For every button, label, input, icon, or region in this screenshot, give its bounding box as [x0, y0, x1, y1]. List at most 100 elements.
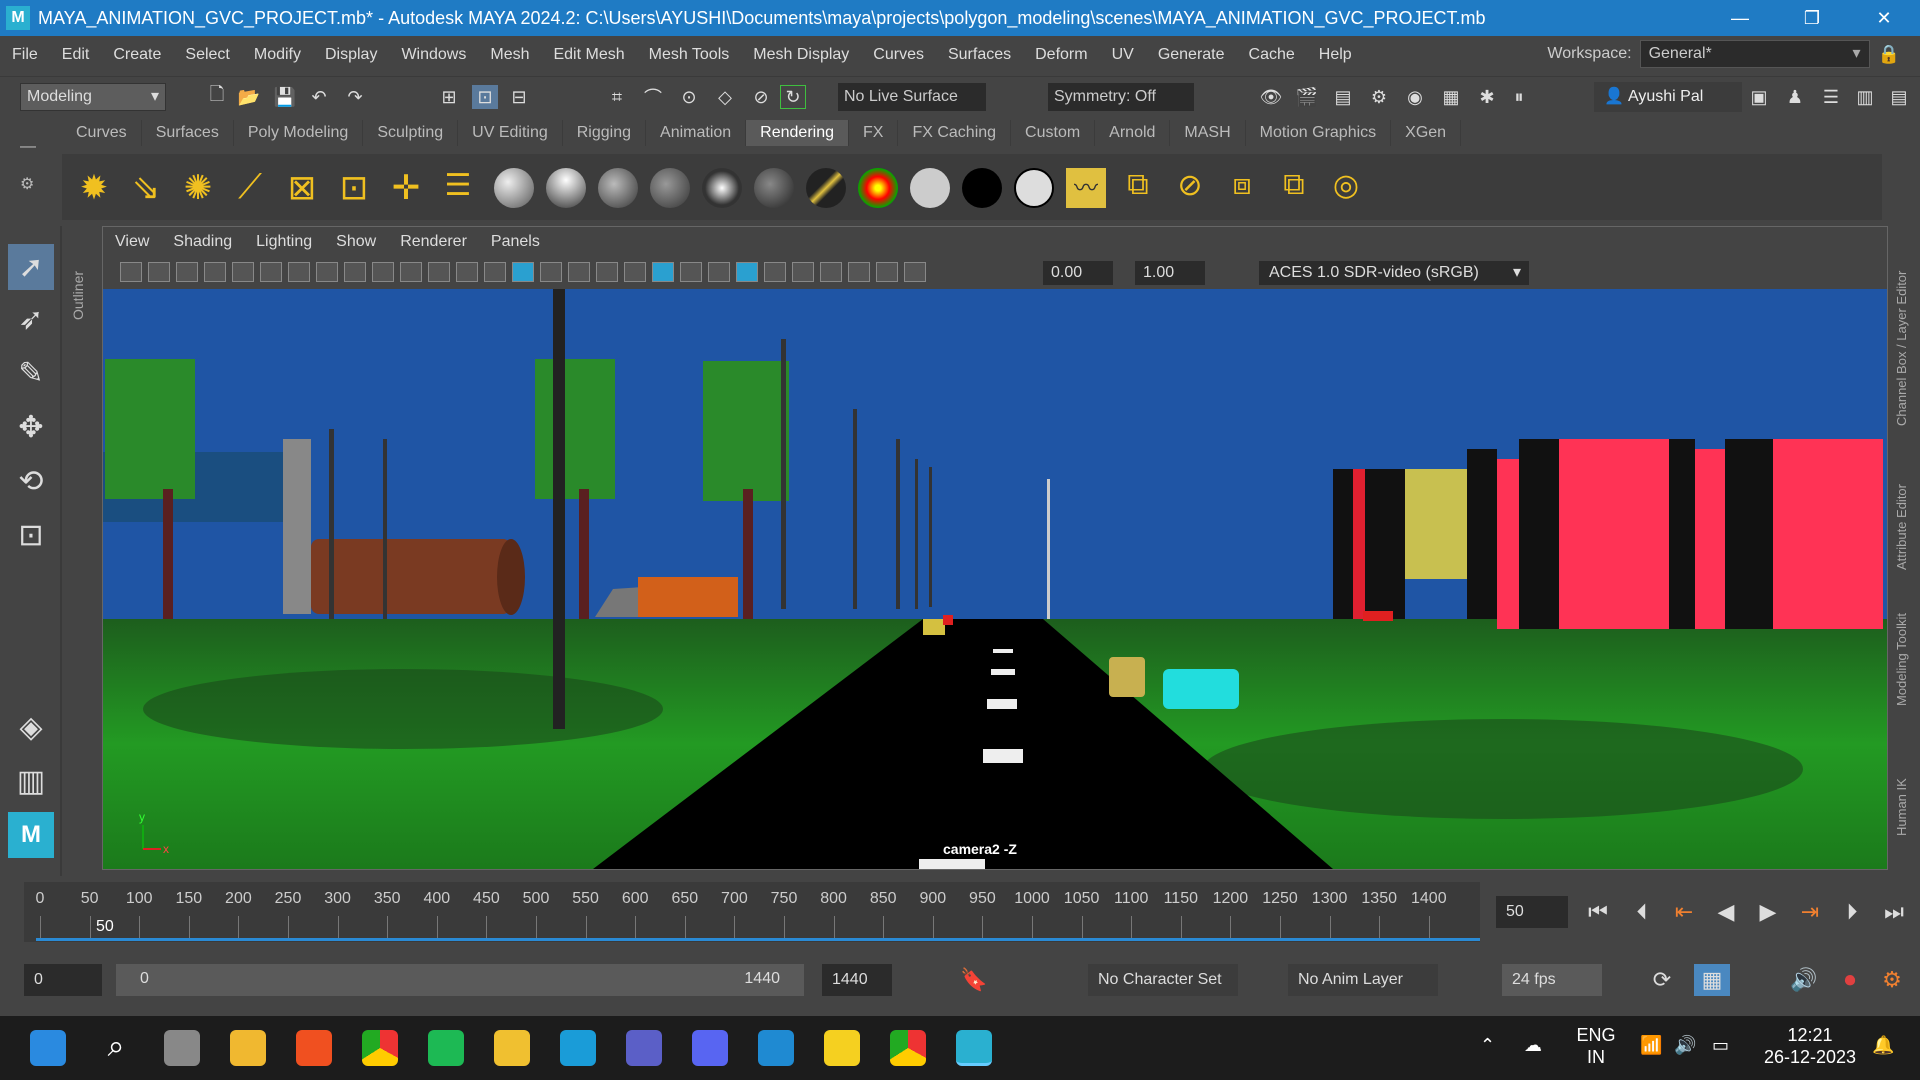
- hypershade-graph-icon[interactable]: 〰: [1066, 168, 1106, 208]
- film-gate-icon[interactable]: [316, 262, 338, 282]
- character-set-select[interactable]: No Character Set: [1088, 964, 1238, 996]
- notification-bell-icon[interactable]: 🔔: [1872, 1034, 1894, 1056]
- discord-icon[interactable]: [692, 1030, 728, 1066]
- render-layer-icon[interactable]: ☰: [438, 168, 478, 208]
- go-to-end-icon[interactable]: ⏭: [1876, 896, 1912, 928]
- maya-home-icon[interactable]: M: [8, 812, 54, 858]
- new-scene-icon[interactable]: 🗋: [204, 84, 230, 109]
- chrome-profile-icon[interactable]: [890, 1030, 926, 1066]
- play-forwards-icon[interactable]: ▶: [1750, 896, 1786, 928]
- render-setup-icon[interactable]: ▦: [1438, 85, 1464, 109]
- xray-icon[interactable]: [820, 262, 842, 282]
- shelf-tab-fx-caching[interactable]: FX Caching: [898, 120, 1012, 146]
- image-plane-icon[interactable]: [204, 262, 226, 282]
- redo-icon[interactable]: ↷: [342, 85, 368, 109]
- tool-settings-icon[interactable]: ▥: [1852, 85, 1878, 109]
- motion-blur-icon[interactable]: [708, 262, 730, 282]
- safe-action-icon[interactable]: [428, 262, 450, 282]
- tab-attribute-editor[interactable]: Attribute Editor: [1894, 460, 1909, 570]
- menu-create[interactable]: Create: [101, 46, 173, 64]
- volume-light-icon[interactable]: ⊡: [334, 168, 374, 208]
- spotify-icon[interactable]: [428, 1030, 464, 1066]
- play-backwards-icon[interactable]: ◀: [1708, 896, 1744, 928]
- select-component-icon[interactable]: ⊟: [506, 85, 532, 109]
- area-light-icon[interactable]: ⊠: [282, 168, 322, 208]
- safe-title-icon[interactable]: [456, 262, 478, 282]
- channel-box-icon[interactable]: ▤: [1886, 85, 1912, 109]
- step-back-key-icon[interactable]: ⇤: [1666, 896, 1702, 928]
- open-scene-icon[interactable]: 📂: [236, 85, 262, 109]
- outline-shader-icon[interactable]: [1014, 168, 1054, 208]
- exposure-field[interactable]: 0.00: [1043, 261, 1113, 285]
- two-pane-layout-icon[interactable]: ▥: [8, 758, 54, 804]
- move-tool-icon[interactable]: ✥: [8, 404, 54, 450]
- wireframe-on-shaded-icon[interactable]: [568, 262, 590, 282]
- task-view-icon[interactable]: [164, 1030, 200, 1066]
- keyframe-icon[interactable]: 🔖: [956, 964, 992, 996]
- target-render-icon[interactable]: ◎: [1326, 168, 1366, 208]
- camera-aim-icon[interactable]: ✛: [386, 168, 426, 208]
- blinn-shader-icon[interactable]: [494, 168, 534, 208]
- maya-taskbar-icon[interactable]: [956, 1030, 992, 1066]
- menu-generate[interactable]: Generate: [1146, 46, 1237, 64]
- shelf-tab-arnold[interactable]: Arnold: [1095, 120, 1171, 146]
- layered-shader-icon[interactable]: [806, 168, 846, 208]
- anim-layer-select[interactable]: No Anim Layer: [1288, 964, 1438, 996]
- cloud-icon[interactable]: ☁: [1524, 1034, 1542, 1056]
- use-all-lights-icon[interactable]: [624, 262, 646, 282]
- loop-icon[interactable]: ⟳: [1644, 964, 1680, 996]
- snap-view-plane-icon[interactable]: ◇: [712, 85, 738, 109]
- shadows-icon[interactable]: [652, 262, 674, 282]
- snap-grid-icon[interactable]: ⌗: [604, 85, 630, 109]
- volume-icon[interactable]: 🔊: [1674, 1034, 1696, 1056]
- anti-aliasing-icon[interactable]: [736, 262, 758, 282]
- select-object-icon[interactable]: ⊡: [472, 85, 498, 109]
- live-surface-field[interactable]: No Live Surface: [838, 83, 986, 111]
- chevron-up-icon[interactable]: ⌃: [1480, 1034, 1495, 1056]
- ambient-light-icon[interactable]: ✹: [74, 168, 114, 208]
- vp-menu-shading[interactable]: Shading: [161, 233, 244, 251]
- menu-edit[interactable]: Edit: [50, 46, 102, 64]
- git-icon[interactable]: [494, 1030, 530, 1066]
- point-light-icon[interactable]: ✺: [178, 168, 218, 208]
- shelf-tab-motion-graphics[interactable]: Motion Graphics: [1246, 120, 1392, 146]
- menu-mesh-tools[interactable]: Mesh Tools: [637, 46, 742, 64]
- time-slider-bar[interactable]: 50 0 50 100 150 200 250 300 350 400 450 500 550 600 6…: [24, 882, 1480, 942]
- lambert-shader-icon[interactable]: [546, 168, 586, 208]
- shelf-tab-rigging[interactable]: Rigging: [563, 120, 647, 146]
- sound-icon[interactable]: 🔊: [1786, 964, 1822, 996]
- pause-icon[interactable]: ⏸: [1506, 85, 1532, 109]
- tab-human-ik[interactable]: Human IK: [1894, 756, 1909, 836]
- light-editor-icon[interactable]: ✱: [1474, 85, 1500, 109]
- step-forward-key-icon[interactable]: ⇥: [1792, 896, 1828, 928]
- camera-select-icon[interactable]: [120, 262, 142, 282]
- start-time-field[interactable]: 0: [24, 964, 102, 996]
- shelf-tab-mash[interactable]: MASH: [1170, 120, 1246, 146]
- field-chart-icon[interactable]: [400, 262, 422, 282]
- menu-select[interactable]: Select: [173, 46, 241, 64]
- viewport-scene[interactable]: y x: [103, 289, 1887, 869]
- surface-shader-icon[interactable]: [702, 168, 742, 208]
- single-perspective-layout-icon[interactable]: ◈: [8, 704, 54, 750]
- shelf-tab-surfaces[interactable]: Surfaces: [142, 120, 234, 146]
- bookmark-icon[interactable]: [176, 262, 198, 282]
- anisotropic-shader-icon[interactable]: [754, 168, 794, 208]
- paint-select-tool-icon[interactable]: ✎: [8, 350, 54, 396]
- menu-modify[interactable]: Modify: [242, 46, 313, 64]
- attribute-editor-icon[interactable]: ☰: [1818, 85, 1844, 109]
- current-frame-marker[interactable]: 50: [96, 918, 114, 936]
- smooth-shade-icon[interactable]: [512, 262, 534, 282]
- shelf-tab-xgen[interactable]: XGen: [1391, 120, 1462, 146]
- wifi-icon[interactable]: 📶: [1640, 1034, 1662, 1056]
- white-shader-icon[interactable]: [910, 168, 950, 208]
- lasso-tool-icon[interactable]: ➶: [8, 296, 54, 342]
- spot-light-icon[interactable]: ⟋: [230, 168, 270, 208]
- shelf-menu-icon[interactable]: — ⚙: [20, 138, 36, 194]
- shelf-tab-fx[interactable]: FX: [849, 120, 899, 146]
- chrome-icon[interactable]: [362, 1030, 398, 1066]
- vp-menu-show[interactable]: Show: [324, 233, 388, 251]
- gate-mask-icon[interactable]: [372, 262, 394, 282]
- sticky-notes-icon[interactable]: [824, 1030, 860, 1066]
- render-settings-icon[interactable]: ⚙: [1366, 85, 1392, 109]
- fps-select[interactable]: 24 fps: [1502, 964, 1602, 996]
